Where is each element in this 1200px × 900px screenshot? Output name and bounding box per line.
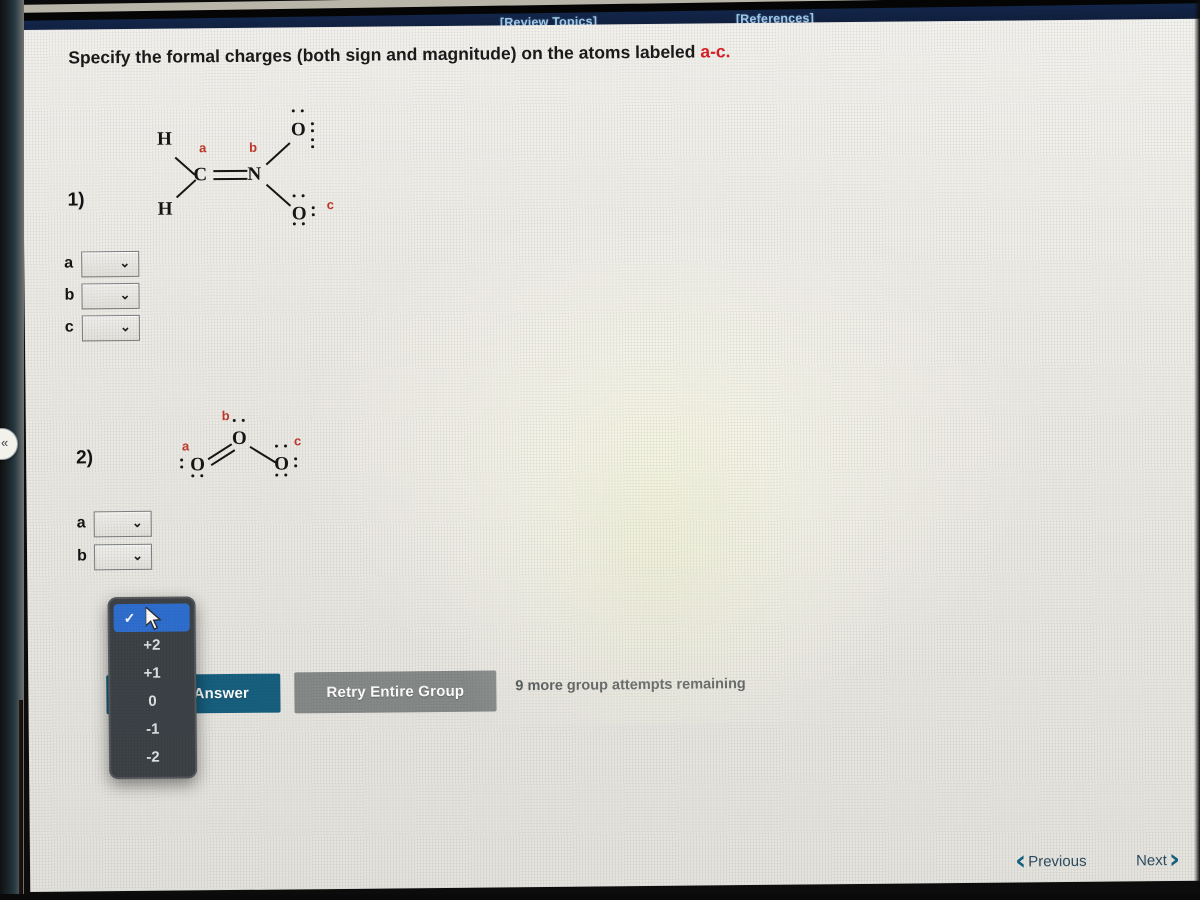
molecule-structure-1: H H C N O O a b c: [143, 96, 404, 228]
bond-c-n-line2: [213, 177, 248, 181]
bond-n-o-lower: [265, 183, 292, 207]
dropdown-option-zero[interactable]: 0: [110, 687, 194, 716]
atom-h-bottom: H: [157, 198, 173, 220]
atom-c: C: [193, 164, 208, 186]
atom-o-right: O: [274, 453, 290, 475]
question-2-number: 2): [76, 447, 94, 469]
formal-charge-dropdown-menu[interactable]: ✓ +2 +1 0 -1 -2: [107, 596, 198, 780]
answer-label-2a: a: [76, 514, 86, 532]
answer-label-1c: c: [64, 318, 74, 336]
chevron-down-icon: ⌄: [132, 547, 144, 563]
next-button[interactable]: Next ›: [1134, 843, 1181, 876]
dropdown-option-blank[interactable]: ✓: [113, 603, 190, 633]
next-label: Next: [1135, 851, 1167, 869]
answer-label-2b: b: [76, 547, 87, 565]
atom-o-upper: O: [290, 119, 306, 141]
prompt-accent: a-c.: [700, 41, 731, 62]
retry-entire-group-button[interactable]: Retry Entire Group: [294, 670, 497, 714]
chevron-down-icon: ⌄: [119, 318, 131, 335]
bond-c-n-line1: [213, 169, 248, 173]
atom-o-center: O: [231, 427, 247, 450]
molecule-2-label-b: b: [221, 408, 230, 424]
bond-n-o-upper: [265, 142, 291, 166]
molecule-2-label-c: c: [293, 433, 302, 449]
answer-label-1b: b: [64, 286, 75, 304]
molecule-2-label-a: a: [181, 438, 190, 454]
bond-o-o-double-2: [210, 449, 236, 467]
left-bezel-edge-line: [19, 700, 23, 900]
chevron-left-icon: ‹: [1014, 845, 1027, 877]
right-edge-shadow: [1194, 0, 1200, 900]
page-title: Specify the formal charges (both sign an…: [68, 41, 730, 68]
select-1a[interactable]: ⌄: [81, 250, 140, 278]
bottom-edge-shadow: [0, 894, 1200, 900]
select-2a[interactable]: ⌄: [93, 510, 152, 538]
screen-glare: [444, 251, 879, 726]
photo-of-screen: [Review Topics] [References] Specify the…: [0, 0, 1200, 900]
previous-button[interactable]: ‹ Previous: [1014, 845, 1089, 877]
bond-h-c-upper: [174, 156, 196, 176]
chevron-left-double-icon: «: [1, 435, 9, 450]
atom-o-left: O: [190, 454, 206, 476]
bond-o-o-single: [249, 445, 277, 464]
atom-h-top: H: [156, 128, 172, 150]
molecule-1-label-b: b: [249, 139, 258, 155]
answer-label-1a: a: [64, 254, 74, 272]
select-1c[interactable]: ⌄: [81, 314, 140, 342]
chevron-right-icon: ›: [1168, 843, 1181, 876]
question-1-number: 1): [67, 189, 85, 211]
chevron-down-icon: ⌄: [131, 514, 143, 530]
molecule-structure-2: O O O a b c: [166, 405, 347, 497]
attempts-remaining-text: 9 more group attempts remaining: [515, 676, 746, 695]
select-1b[interactable]: ⌄: [81, 282, 140, 310]
retry-entire-group-label: Retry Entire Group: [326, 682, 465, 702]
prompt-text: Specify the formal charges (both sign an…: [68, 41, 701, 68]
molecule-1-label-c: c: [326, 197, 334, 213]
bond-h-c-lower: [175, 179, 197, 199]
dropdown-option-minus1[interactable]: -1: [111, 715, 195, 744]
chevron-down-icon: ⌄: [119, 254, 131, 271]
dropdown-option-plus2[interactable]: +2: [110, 631, 194, 660]
dropdown-option-plus1[interactable]: +1: [110, 659, 194, 688]
dropdown-option-minus2[interactable]: -2: [111, 743, 195, 772]
molecule-1-label-a: a: [199, 140, 207, 156]
page-content: Specify the formal charges (both sign an…: [22, 18, 1200, 892]
atom-n: N: [247, 163, 262, 185]
chevron-down-icon: ⌄: [119, 286, 131, 303]
previous-label: Previous: [1028, 852, 1087, 870]
check-icon: ✓: [123, 609, 136, 627]
select-2b[interactable]: ⌄: [93, 543, 153, 571]
